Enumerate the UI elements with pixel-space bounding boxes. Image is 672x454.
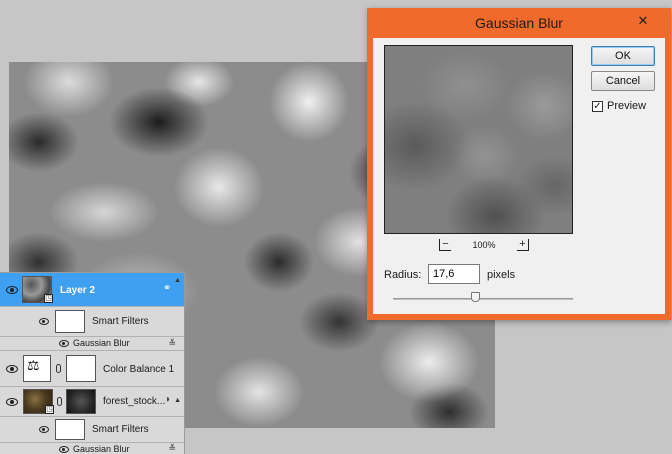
radius-label: Radius:: [384, 269, 422, 281]
layer-row-smart-filters[interactable]: Smart Filters: [0, 307, 184, 337]
radius-slider-track[interactable]: [393, 298, 573, 300]
eye-icon[interactable]: [6, 398, 18, 406]
dialog-title: Gaussian Blur: [475, 15, 563, 31]
eye-icon[interactable]: [59, 446, 69, 453]
preview-label: Preview: [607, 100, 647, 112]
filter-row-gaussian-blur[interactable]: Gaussian Blur ≚: [0, 337, 184, 351]
layer-row-forest-stock[interactable]: ◳ forest_stock... ◑ ▲: [0, 387, 184, 417]
blur-preview[interactable]: [384, 45, 573, 234]
filter-options-icon[interactable]: ≚: [168, 338, 176, 349]
dialog-titlebar[interactable]: Gaussian Blur ✕: [367, 8, 671, 38]
smart-object-icon: ◳: [45, 405, 54, 414]
eye-icon[interactable]: [59, 340, 69, 347]
close-icon[interactable]: ✕: [635, 13, 651, 29]
zoom-level: 100%: [472, 240, 496, 250]
zoom-controls: − 100% +: [439, 239, 529, 253]
smart-filter-link-icon: ⚭: [163, 283, 172, 294]
eye-icon[interactable]: [39, 318, 49, 325]
gaussian-blur-dialog: Gaussian Blur ✕ − 100% + OK Cancel ✓ Pre…: [367, 8, 671, 320]
radius-input[interactable]: [428, 264, 480, 284]
smart-filters-label: Smart Filters: [92, 316, 149, 327]
layer-name: forest_stock...: [103, 396, 166, 407]
filter-row-gaussian-blur[interactable]: Gaussian Blur ≚: [0, 443, 184, 454]
eye-icon[interactable]: [6, 286, 18, 294]
eye-icon[interactable]: [39, 426, 49, 433]
color-balance-icon: ⚖: [27, 357, 40, 373]
layer-row-layer-2[interactable]: ◳ Layer 2 ⚭ ▲: [0, 273, 184, 307]
checkbox-check-icon[interactable]: ✓: [592, 101, 603, 112]
cancel-button[interactable]: Cancel: [591, 71, 655, 91]
layer-mask-thumbnail: [66, 389, 96, 414]
filter-name: Gaussian Blur: [73, 444, 130, 454]
layers-panel: ◳ Layer 2 ⚭ ▲ Smart Filters Gaussian Blu…: [0, 272, 185, 454]
smart-filter-link-icon: ◑: [164, 394, 171, 405]
adjustment-thumbnail: ⚖: [23, 355, 51, 382]
eye-icon[interactable]: [6, 365, 18, 373]
ok-button[interactable]: OK: [591, 46, 655, 66]
scroll-arrow-icon[interactable]: ▲: [174, 397, 181, 404]
smart-object-icon: ◳: [44, 294, 53, 303]
filter-mask-thumbnail: [55, 419, 85, 440]
radius-unit-label: pixels: [487, 269, 516, 281]
link-icon[interactable]: [56, 364, 61, 373]
filter-name: Gaussian Blur: [73, 338, 130, 348]
link-icon[interactable]: [57, 397, 62, 406]
layer-name: Layer 2: [60, 285, 96, 296]
zoom-in-button[interactable]: +: [517, 239, 529, 251]
scroll-up-icon[interactable]: ▲: [174, 277, 181, 284]
layer-row-color-balance[interactable]: ⚖ Color Balance 1: [0, 351, 184, 387]
layer-mask-thumbnail: [66, 355, 96, 382]
layer-row-smart-filters[interactable]: Smart Filters: [0, 417, 184, 443]
filter-mask-thumbnail: [55, 310, 85, 333]
filter-options-icon[interactable]: ≚: [168, 443, 176, 454]
layer-name: Color Balance 1: [103, 364, 175, 375]
radius-slider-handle[interactable]: [471, 292, 481, 302]
zoom-out-button[interactable]: −: [439, 239, 451, 251]
smart-filters-label: Smart Filters: [92, 424, 149, 435]
